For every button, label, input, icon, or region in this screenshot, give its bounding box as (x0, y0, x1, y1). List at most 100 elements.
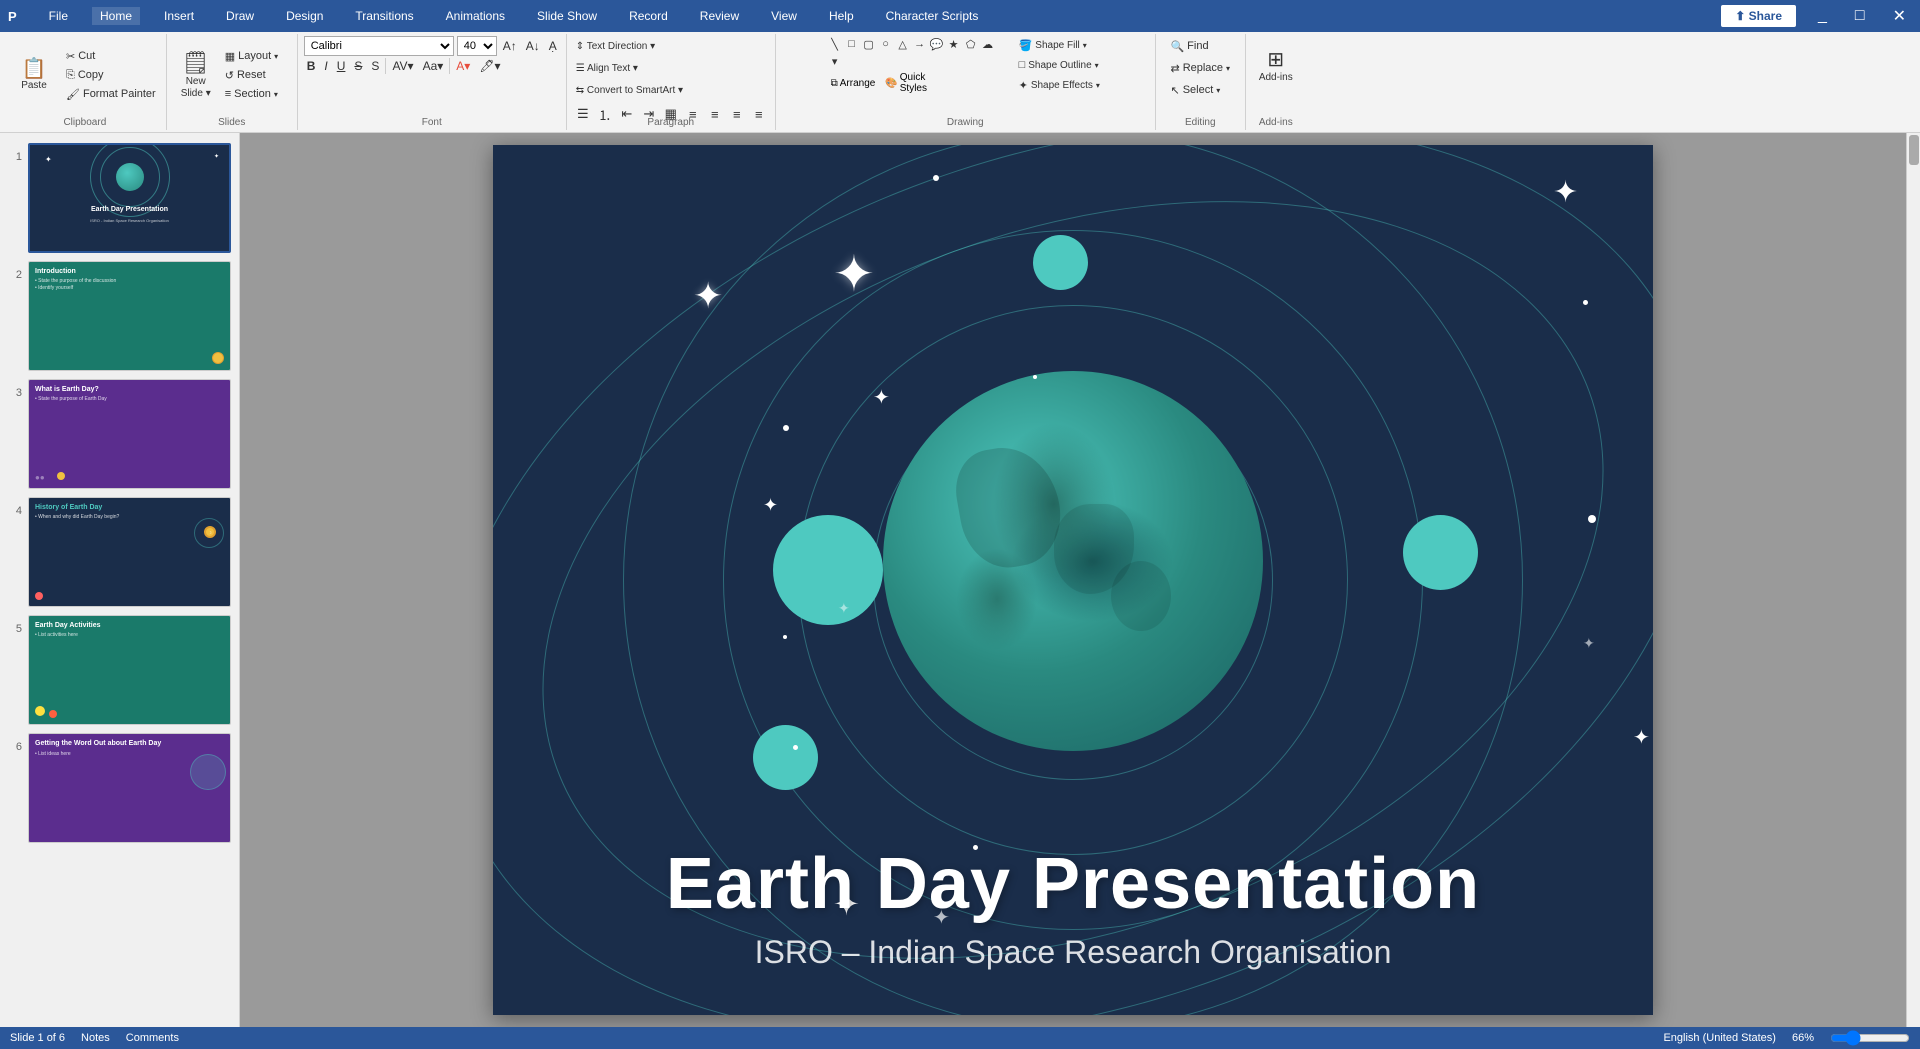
menu-view[interactable]: View (763, 7, 805, 25)
shape-effects-button[interactable]: ✦ Shape Effects ▾ (1015, 76, 1104, 94)
layout-button[interactable]: ▦ Layout ▾ (221, 47, 291, 65)
slide-thumb-1[interactable]: 1 ✦ ✦ Earth Day Presentation ISRO - Indi… (6, 141, 233, 255)
reset-button[interactable]: ↺ Reset (221, 66, 291, 84)
shape-pentagon-icon[interactable]: ⬠ (963, 36, 979, 52)
menu-home[interactable]: Home (92, 7, 140, 25)
notes-button[interactable]: Notes (81, 1032, 110, 1044)
zoom-level: 66% (1792, 1032, 1814, 1044)
zoom-slider[interactable] (1830, 1032, 1910, 1044)
planet-top (1033, 235, 1088, 290)
increase-font-button[interactable]: A↑ (500, 38, 520, 54)
shape-cloud-icon[interactable]: ☁ (980, 36, 996, 52)
replace-icon: ⇄ (1170, 62, 1179, 75)
canvas-area[interactable]: ✦ ✦ ✦ ✦ ✦ ✦ ✦ ✦ ✦ ✦ ✦ ✦ ✦ ✦ (240, 133, 1906, 1027)
format-painter-button[interactable]: 🖌 Format Painter (62, 85, 160, 103)
shape-line-icon[interactable]: ╲ (827, 36, 843, 52)
shape-oval-icon[interactable]: ○ (878, 36, 894, 52)
addins-icon: ⊞ (1267, 47, 1284, 72)
vertical-scrollbar[interactable] (1906, 133, 1920, 1027)
addins-button[interactable]: ⊞ Add-ins (1255, 36, 1297, 94)
status-bar: Slide 1 of 6 Notes Comments English (Uni… (0, 1027, 1920, 1049)
menu-insert[interactable]: Insert (156, 7, 202, 25)
slide-panel: 1 ✦ ✦ Earth Day Presentation ISRO - Indi… (0, 133, 240, 1027)
menu-help[interactable]: Help (821, 7, 862, 25)
text-direction-button[interactable]: ⇕ Text Direction ▾ (573, 36, 658, 56)
shape-arrow-icon[interactable]: → (912, 36, 928, 52)
shape-triangle-icon[interactable]: △ (895, 36, 911, 52)
new-slide-icon: 🗒 (182, 50, 210, 76)
language-info: English (United States) (1663, 1032, 1776, 1044)
planet-bottom-left (753, 725, 818, 790)
shadow-button[interactable]: S (368, 58, 382, 74)
layout-icon: ▦ (225, 50, 235, 63)
font-size-select[interactable]: 40 (457, 36, 497, 56)
replace-button[interactable]: ⇄ Replace ▾ (1166, 58, 1234, 78)
star-1: ✦ (693, 275, 723, 317)
shape-outline-button[interactable]: □ Shape Outline ▾ (1015, 56, 1104, 74)
format-painter-icon: 🖌 (66, 88, 80, 101)
shape-fill-button[interactable]: 🪣 Shape Fill ▾ (1015, 36, 1104, 54)
star-6: ✦ (1553, 175, 1578, 210)
decrease-font-button[interactable]: A↓ (523, 38, 543, 54)
font-name-select[interactable]: Calibri (304, 36, 454, 56)
menu-character-scripts[interactable]: Character Scripts (878, 7, 987, 25)
bold-button[interactable]: B (304, 58, 319, 74)
cut-button[interactable]: ✂ Cut (62, 47, 160, 65)
menu-design[interactable]: Design (278, 7, 331, 25)
scrollbar-thumb[interactable] (1909, 135, 1919, 165)
char-spacing-button[interactable]: AV▾ (389, 58, 416, 74)
slide-thumb-5[interactable]: 5 Earth Day Activities • List activities… (6, 613, 233, 727)
italic-button[interactable]: I (321, 58, 330, 74)
shape-callout-icon[interactable]: 💬 (929, 36, 945, 52)
slide-thumb-3[interactable]: 3 What is Earth Day? • State the purpose… (6, 377, 233, 491)
quick-styles-button[interactable]: 🎨 QuickStyles (881, 71, 931, 95)
menu-slideshow[interactable]: Slide Show (529, 7, 605, 25)
planet-left (773, 515, 883, 625)
arrange-button[interactable]: ⧉ Arrange (827, 71, 880, 95)
menu-draw[interactable]: Draw (218, 7, 262, 25)
find-button[interactable]: 🔍 Find (1166, 36, 1234, 56)
slide-thumb-2[interactable]: 2 Introduction • State the purpose of th… (6, 259, 233, 373)
select-icon: ↖ (1170, 84, 1179, 97)
main-slide: ✦ ✦ ✦ ✦ ✦ ✦ ✦ ✦ ✦ ✦ ✦ ✦ ✦ ✦ (493, 145, 1653, 1015)
select-button[interactable]: ↖ Select ▾ (1166, 80, 1234, 100)
star-5: ✦ (838, 600, 850, 617)
share-button[interactable]: ⬆ Share (1721, 5, 1796, 27)
copy-icon: ⎘ (66, 69, 75, 82)
arrange-icon: ⧉ (831, 78, 838, 89)
section-icon: ≡ (225, 88, 231, 100)
shape-star-icon[interactable]: ★ (946, 36, 962, 52)
paste-button[interactable]: 📋 Paste (10, 44, 58, 106)
font-color-button[interactable]: A▾ (453, 58, 473, 74)
highlight-button[interactable]: 🖊▾ (476, 58, 503, 74)
slide-thumb-6[interactable]: 6 Getting the Word Out about Earth Day •… (6, 731, 233, 845)
reset-icon: ↺ (225, 69, 234, 82)
align-text-button[interactable]: ☰ Align Text ▾ (573, 58, 641, 78)
strikethrough-button[interactable]: S (351, 58, 365, 74)
new-slide-button[interactable]: 🗒 NewSlide ▾ (173, 44, 219, 106)
shape-rect-icon[interactable]: □ (844, 36, 860, 52)
star-4: ✦ (763, 495, 778, 516)
shape-rounded-rect-icon[interactable]: ▢ (861, 36, 877, 52)
clear-format-button[interactable]: Ạ (546, 38, 560, 54)
menu-animations[interactable]: Animations (438, 7, 513, 25)
shape-outline-icon: □ (1019, 59, 1026, 71)
planet-right (1403, 515, 1478, 590)
font-case-button[interactable]: Aa▾ (420, 58, 447, 74)
quick-styles-icon: 🎨 (885, 78, 897, 89)
menu-file[interactable]: File (41, 7, 76, 25)
menu-transitions[interactable]: Transitions (347, 7, 421, 25)
section-button[interactable]: ≡ Section ▾ (221, 85, 291, 103)
menu-record[interactable]: Record (621, 7, 676, 25)
underline-button[interactable]: U (334, 58, 349, 74)
menu-review[interactable]: Review (692, 7, 747, 25)
star-10: ✦ (1633, 725, 1650, 750)
slide-thumb-4[interactable]: 4 History of Earth Day • When and why di… (6, 495, 233, 609)
convert-smartart-button[interactable]: ⇆ Convert to SmartArt ▾ (573, 80, 686, 100)
shape-more-icon[interactable]: ▾ (827, 53, 843, 69)
star-2: ✦ (833, 245, 875, 303)
earth-graphic (883, 371, 1263, 751)
slide-main-subtitle: ISRO – Indian Space Research Organisatio… (493, 934, 1653, 971)
copy-button[interactable]: ⎘ Copy (62, 66, 160, 84)
comments-button[interactable]: Comments (126, 1032, 179, 1044)
